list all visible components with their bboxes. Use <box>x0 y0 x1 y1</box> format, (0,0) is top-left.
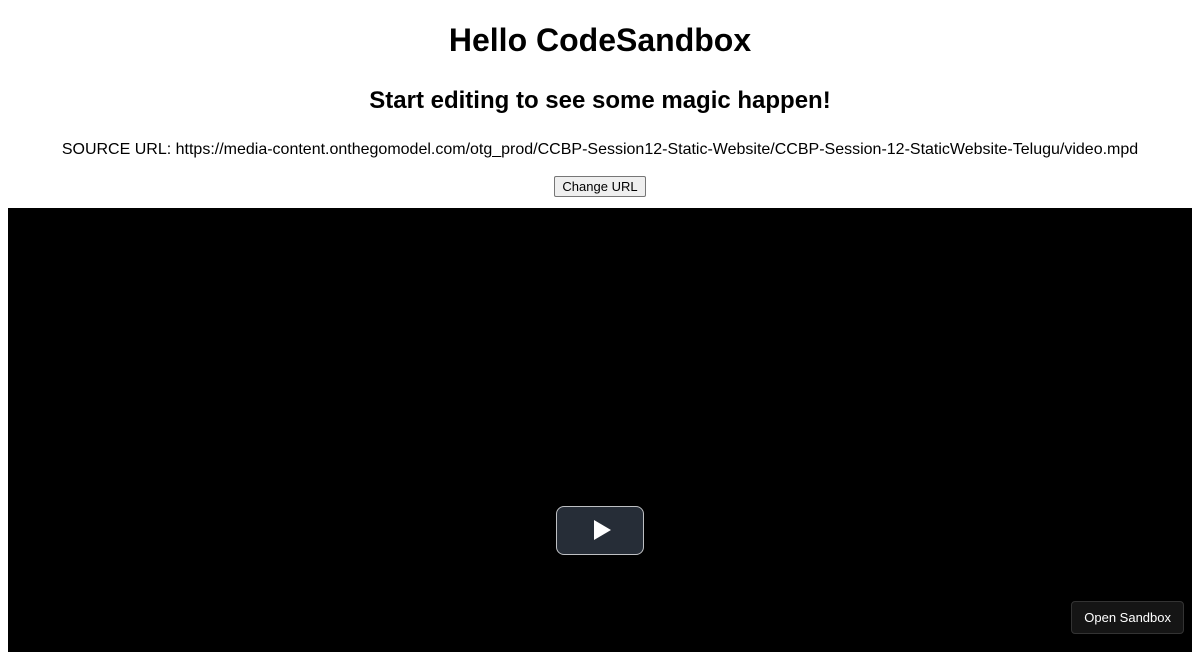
page-title: Hello CodeSandbox <box>0 22 1200 59</box>
video-player[interactable] <box>8 208 1192 652</box>
change-url-button[interactable]: Change URL <box>554 176 645 197</box>
play-button[interactable] <box>556 506 644 555</box>
source-url-label: SOURCE URL: <box>62 141 176 158</box>
page-subtitle: Start editing to see some magic happen! <box>0 87 1200 115</box>
source-url-value: https://media-content.onthegomodel.com/o… <box>176 141 1139 158</box>
open-sandbox-button[interactable]: Open Sandbox <box>1071 601 1184 634</box>
change-url-container: Change URL <box>0 176 1200 197</box>
source-url-text: SOURCE URL: https://media-content.ontheg… <box>0 141 1200 159</box>
play-icon <box>594 520 611 540</box>
